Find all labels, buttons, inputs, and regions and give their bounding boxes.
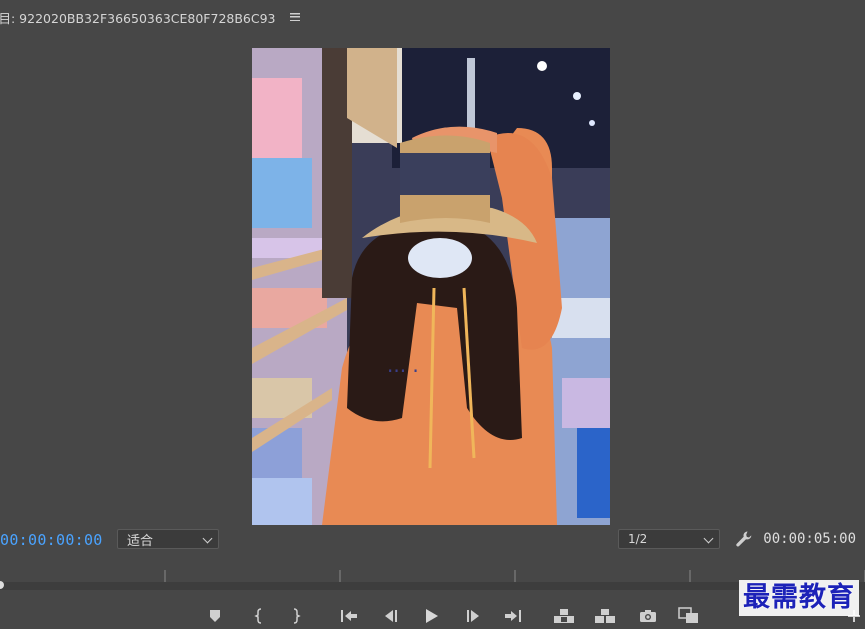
zoom-level-value: 适合: [127, 533, 154, 549]
mark-out-icon: [293, 608, 301, 624]
wrench-icon[interactable]: [735, 530, 753, 548]
go-to-out-button[interactable]: [500, 603, 526, 629]
step-back-button[interactable]: [377, 603, 403, 629]
step-forward-button[interactable]: [461, 603, 487, 629]
panel-title[interactable]: 节目: 922020BB32F36650363CE80F728B6C93: [0, 8, 276, 27]
go-to-in-button[interactable]: [336, 603, 362, 629]
video-frame[interactable]: ··· ·: [252, 48, 610, 525]
export-frame-button[interactable]: [635, 603, 661, 629]
zoom-level-select[interactable]: 适合: [117, 529, 219, 549]
mark-out-button[interactable]: [283, 603, 309, 629]
mark-in-button[interactable]: [246, 603, 272, 629]
panel-header: 节目: 922020BB32F36650363CE80F728B6C93: [0, 6, 300, 28]
ruler-ticks: [164, 570, 865, 582]
watermark-logo: 最需教育: [739, 580, 859, 616]
chevron-down-icon: [703, 533, 714, 544]
chevron-down-icon: [202, 533, 213, 544]
step-back-icon: [385, 610, 397, 622]
lift-button[interactable]: [551, 603, 577, 629]
video-content: ··· ·: [252, 48, 610, 525]
comparison-view-button[interactable]: [676, 603, 702, 629]
svg-text:··· ·: ··· ·: [387, 359, 419, 383]
current-timecode[interactable]: 00:00:00:00: [0, 531, 103, 549]
go-to-in-icon: [341, 610, 357, 622]
playback-resolution-select[interactable]: 1/2: [618, 529, 720, 549]
add-marker-button[interactable]: [202, 603, 228, 629]
time-ruler[interactable]: [0, 563, 865, 593]
transport-controls: [0, 603, 865, 629]
play-button[interactable]: [418, 603, 444, 629]
play-icon: [426, 609, 438, 623]
duration-timecode: 00:00:05:00: [763, 531, 856, 547]
comparison-view-icon: [678, 607, 698, 623]
extract-button[interactable]: [592, 603, 618, 629]
extract-icon: [595, 609, 615, 623]
playback-resolution-value: 1/2: [628, 532, 648, 546]
step-forward-icon: [467, 610, 479, 622]
program-monitor: 节目: 922020BB32F36650363CE80F728B6C93 ···…: [0, 0, 865, 629]
add-marker-icon: [210, 610, 220, 622]
mark-in-icon: [254, 608, 262, 624]
export-frame-icon: [640, 610, 656, 622]
hamburger-icon[interactable]: [289, 13, 300, 21]
lift-icon: [554, 609, 574, 623]
go-to-out-icon: [505, 610, 521, 622]
ruler-track[interactable]: [0, 582, 865, 590]
